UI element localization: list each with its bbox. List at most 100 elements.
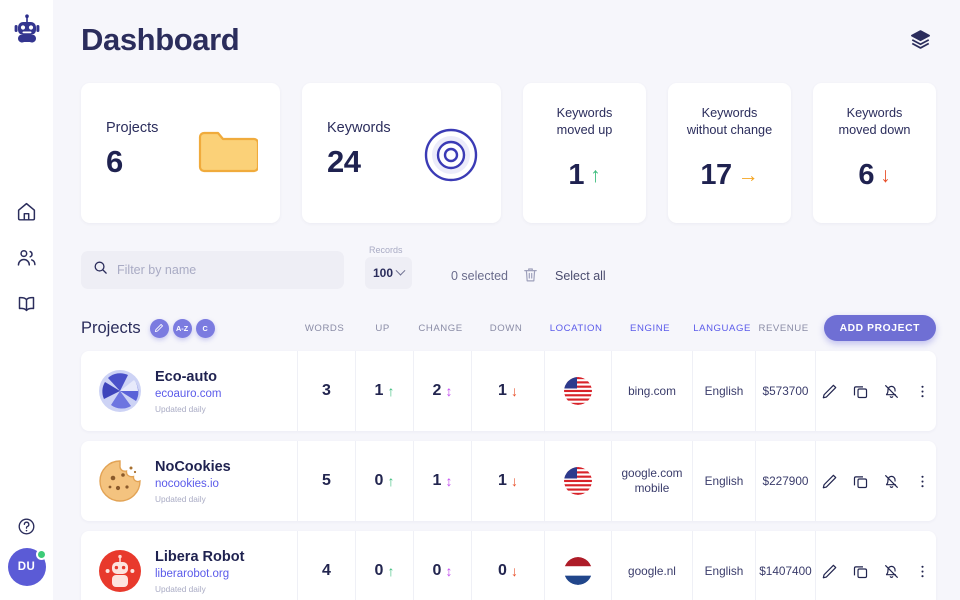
sidebar-item-users[interactable]: [16, 246, 38, 268]
filter-toolbar: Records 100 0 selected Select all: [81, 245, 936, 289]
bell-off-icon[interactable]: [883, 473, 900, 490]
pencil-icon[interactable]: [821, 563, 838, 580]
layers-icon[interactable]: [909, 28, 933, 52]
records-select[interactable]: 100: [365, 257, 412, 289]
table-row[interactable]: Eco-auto ecoauro.com Updated daily 3 1↑ …: [81, 351, 936, 431]
table-row[interactable]: Libera Robot liberarobot.org Updated dai…: [81, 531, 936, 600]
stat-card-moved-up[interactable]: Keywords moved up 1 ↑: [523, 83, 646, 223]
cell-language: English: [692, 441, 755, 521]
stat-cards: Projects 6 Keywords 24: [81, 83, 936, 223]
more-vertical-icon[interactable]: [914, 473, 931, 490]
edit-badge[interactable]: [150, 319, 169, 338]
cell-down: 0↓: [471, 531, 544, 600]
question-circle-icon[interactable]: [17, 517, 36, 536]
arrow-down-icon: ↓: [880, 165, 891, 186]
selected-count: 0 selected: [451, 269, 508, 289]
up-value: 0: [375, 562, 384, 580]
cell-revenue: $1407400: [755, 531, 815, 600]
engine-line2: mobile: [622, 481, 683, 496]
bell-off-icon[interactable]: [883, 563, 900, 580]
project-updated: Updated daily: [155, 584, 244, 594]
project-updated: Updated daily: [155, 494, 231, 504]
cell-engine: google.nl: [611, 531, 692, 600]
cell-change: 2↕: [413, 351, 471, 431]
app-root: DU Dashboard Projects 6: [0, 0, 960, 600]
column-header-engine[interactable]: ENGINE: [610, 323, 691, 334]
column-header-location[interactable]: LOCATION: [543, 323, 610, 334]
stat-card-keywords[interactable]: Keywords 24: [302, 83, 501, 223]
stat-card-projects[interactable]: Projects 6: [81, 83, 280, 223]
arrow-updown-icon: ↕: [445, 384, 452, 398]
pencil-icon[interactable]: [821, 473, 838, 490]
stat-label-line2: without change: [676, 122, 783, 139]
cell-up: 0↑: [355, 531, 413, 600]
column-header-down[interactable]: DOWN: [470, 323, 543, 334]
page-title: Dashboard: [81, 22, 239, 58]
stat-label-line1: Keywords: [676, 105, 783, 122]
column-header-revenue[interactable]: REVENUE: [754, 323, 814, 334]
stat-card-without-change[interactable]: Keywords without change 17 →: [668, 83, 791, 223]
more-vertical-icon[interactable]: [914, 383, 931, 400]
cell-words: 5: [297, 441, 355, 521]
status-badge: [36, 549, 47, 560]
add-project-button[interactable]: ADD PROJECT: [824, 315, 936, 341]
down-value: 1: [498, 472, 507, 490]
more-vertical-icon[interactable]: [914, 563, 931, 580]
trash-icon[interactable]: [522, 265, 539, 284]
cell-actions: [815, 441, 936, 521]
copy-icon[interactable]: [852, 473, 869, 490]
cell-location: [544, 531, 611, 600]
column-headers: WORDS UP CHANGE DOWN LOCATION ENGINE LAN…: [296, 315, 936, 341]
cell-up: 0↑: [355, 441, 413, 521]
column-header-up[interactable]: UP: [354, 323, 412, 334]
sort-az-badge[interactable]: A-Z: [173, 319, 192, 338]
sidebar-item-book[interactable]: [16, 292, 38, 314]
search-input[interactable]: [117, 263, 332, 277]
bell-off-icon[interactable]: [883, 383, 900, 400]
cell-change: 1↕: [413, 441, 471, 521]
arrow-up-icon: ↑: [590, 165, 601, 186]
table-row[interactable]: NoCookies nocookies.io Updated daily 5 0…: [81, 441, 936, 521]
cell-language: English: [692, 531, 755, 600]
column-header-language[interactable]: LANGUAGE: [691, 323, 754, 334]
records-label: Records: [365, 245, 412, 255]
copy-icon[interactable]: [852, 563, 869, 580]
pencil-icon[interactable]: [821, 383, 838, 400]
project-meta: Libera Robot liberarobot.org Updated dai…: [155, 549, 244, 594]
cell-down: 1↓: [471, 441, 544, 521]
records-value: 100: [373, 266, 393, 280]
table-title: Projects: [81, 319, 141, 338]
table-body: Eco-auto ecoauro.com Updated daily 3 1↑ …: [81, 351, 936, 600]
stat-label-line1: Keywords: [531, 105, 638, 122]
column-header-words[interactable]: WORDS: [296, 323, 354, 334]
copy-icon[interactable]: [852, 383, 869, 400]
nocookies-logo-icon: [98, 459, 142, 503]
stat-value: 17: [700, 159, 731, 192]
sidebar-nav: [16, 200, 38, 314]
table-header: Projects A-Z C WORDS UP CHANGE DOWN LOCA…: [81, 311, 936, 345]
us-flag-icon: [564, 467, 592, 495]
c-badge[interactable]: C: [196, 319, 215, 338]
avatar[interactable]: DU: [8, 548, 46, 586]
column-header-change[interactable]: CHANGE: [412, 323, 470, 334]
cell-location: [544, 351, 611, 431]
project-url[interactable]: nocookies.io: [155, 478, 231, 490]
folder-icon: [196, 127, 258, 184]
records-control: Records 100: [365, 245, 412, 289]
arrow-down-icon: ↓: [511, 564, 518, 578]
project-url[interactable]: liberarobot.org: [155, 568, 244, 580]
stat-card-moved-down[interactable]: Keywords moved down 6 ↓: [813, 83, 936, 223]
arrow-right-icon: →: [738, 165, 759, 186]
robot-logo-icon[interactable]: [11, 14, 43, 48]
sidebar-item-home[interactable]: [16, 200, 38, 222]
search-box[interactable]: [81, 251, 344, 289]
eco-auto-logo-icon: [98, 369, 142, 413]
cell-up: 1↑: [355, 351, 413, 431]
project-name: Eco-auto: [155, 369, 221, 385]
cell-change: 0↕: [413, 531, 471, 600]
target-icon: [423, 127, 479, 188]
down-value: 0: [498, 562, 507, 580]
change-value: 2: [433, 382, 442, 400]
select-all-button[interactable]: Select all: [555, 269, 606, 289]
project-url[interactable]: ecoauro.com: [155, 388, 221, 400]
